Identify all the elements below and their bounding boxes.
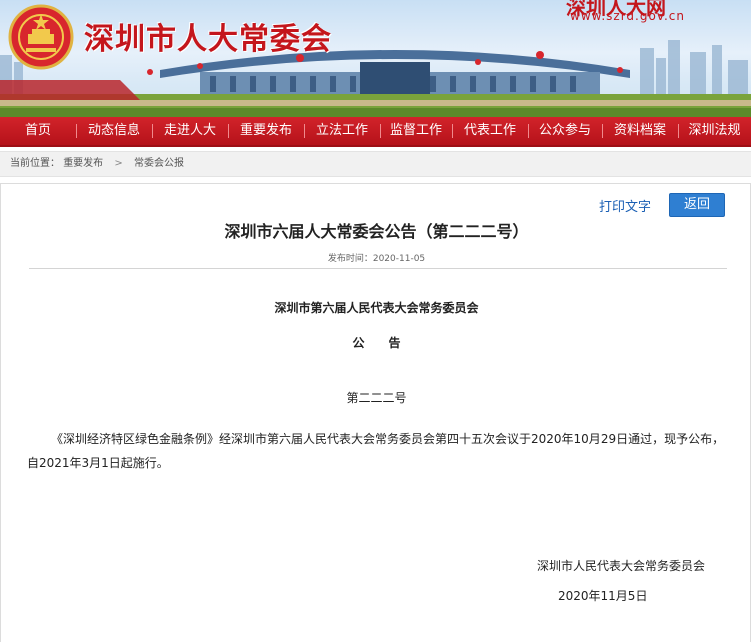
nav-item-deputies[interactable]: 代表工作 xyxy=(452,117,528,145)
article-body: 《深圳经济特区绿色金融条例》经深圳市第六届人民代表大会常务委员会第四十五次会议于… xyxy=(27,432,725,470)
notice-heading: 公 告 xyxy=(352,336,401,350)
nav-item-public[interactable]: 公众参与 xyxy=(528,117,602,145)
breadcrumb-separator: > xyxy=(114,158,123,169)
national-emblem-icon xyxy=(8,4,74,70)
nav-item-regulations[interactable]: 深圳法规 xyxy=(678,117,751,145)
article-title: 深圳市六届人大常委会公告（第二二二号） xyxy=(224,222,529,241)
breadcrumb-link-releases[interactable]: 重要发布 xyxy=(63,158,103,169)
breadcrumb-prefix: 当前位置： xyxy=(10,158,60,169)
nav-item-supervision[interactable]: 监督工作 xyxy=(380,117,452,145)
notice-number: 第二二二号 xyxy=(346,391,407,405)
sign-date: 2020年11月5日 xyxy=(558,589,648,603)
signature: 深圳市人民代表大会常务委员会 xyxy=(537,559,706,573)
publish-date: 发布时间：2020-11-05 xyxy=(327,254,426,264)
nav-item-home[interactable]: 首页 xyxy=(0,117,76,145)
nav-item-releases[interactable]: 重要发布 xyxy=(228,117,304,145)
title-divider xyxy=(29,268,727,269)
site-url: www.szrd.gov.cn xyxy=(570,9,686,23)
breadcrumb: 当前位置： 重要发布 > 常委会公报 xyxy=(0,151,751,177)
site-banner: 深圳人大网 www.szrd.gov.cn 深圳市人大常委会 xyxy=(0,0,751,117)
back-button[interactable]: 返回 xyxy=(669,193,725,217)
site-title: 深圳市人大常委会 xyxy=(84,22,332,57)
breadcrumb-link-bulletin[interactable]: 常委会公报 xyxy=(134,158,184,169)
issuer-heading: 深圳市第六届人民代表大会常务委员会 xyxy=(274,301,479,315)
nav-item-news[interactable]: 动态信息 xyxy=(76,117,152,145)
main-nav: 首页 动态信息 走进人大 重要发布 立法工作 监督工作 代表工作 公众参与 资料… xyxy=(0,117,751,147)
nav-item-about[interactable]: 走进人大 xyxy=(152,117,228,145)
nav-item-archives[interactable]: 资料档案 xyxy=(602,117,678,145)
nav-item-legislation[interactable]: 立法工作 xyxy=(304,117,380,145)
article-panel: 打印文字 返回 深圳市六届人大常委会公告（第二二二号） 发布时间：2020-11… xyxy=(0,183,751,642)
print-text-link[interactable]: 打印文字 xyxy=(599,196,651,215)
